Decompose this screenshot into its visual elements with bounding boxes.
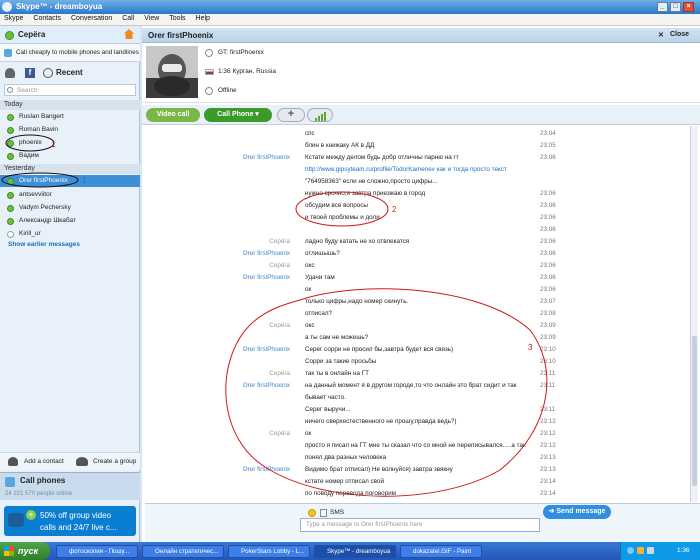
annotation-ellipse-2 xyxy=(295,191,389,227)
annotation-label-3: 3 xyxy=(528,343,533,352)
taskbar-task[interactable]: dokazatel.GIF - Paint xyxy=(400,545,482,558)
annotation-ellipse-phoenix xyxy=(5,134,55,152)
windows-logo-icon xyxy=(4,546,14,556)
annotation-ellipse-3 xyxy=(225,288,548,497)
start-button[interactable]: пуск xyxy=(0,542,50,560)
annotation-label-2: 2 xyxy=(392,205,397,214)
taskbar-task[interactable]: фотоскопия - Пошу... xyxy=(56,545,138,558)
tray-network-icon[interactable] xyxy=(637,547,644,554)
tray-skype-icon[interactable] xyxy=(627,547,634,554)
annotation-label-1: 1 xyxy=(51,140,56,149)
annotation-ellipse-firstphoenix xyxy=(1,172,79,188)
taskbar-task[interactable]: Skype™ - dreamboyua xyxy=(314,545,396,558)
system-tray: 1:36 xyxy=(620,542,700,560)
annotation-overlay: 1 1 2 3 xyxy=(1,134,548,497)
taskbar-task[interactable]: PokerStars Lobby - L... xyxy=(228,545,310,558)
tray-volume-icon[interactable] xyxy=(647,547,654,554)
annotation-label-1b: 1 xyxy=(82,176,87,185)
clock: 1:36 xyxy=(677,547,690,554)
taskbar-task[interactable]: Онлайн стратегичес... xyxy=(142,545,224,558)
